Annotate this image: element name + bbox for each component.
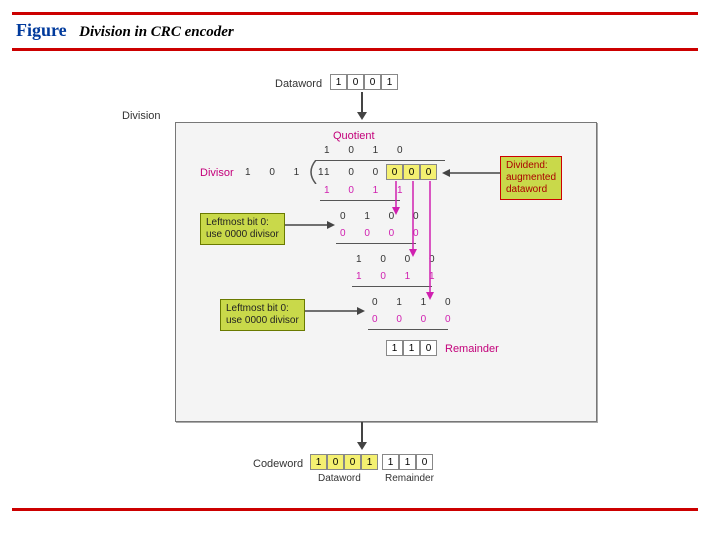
figure-label: Figure <box>16 20 67 40</box>
bit-cell: 0 <box>386 164 403 180</box>
remainder-label: Remainder <box>445 343 499 355</box>
division-label: Division <box>122 110 161 122</box>
bit-cell: 1 <box>382 454 399 470</box>
dividend-note: Dividend: augmented dataword <box>500 156 562 200</box>
bit-cell: 0 <box>403 164 420 180</box>
bit-cell: 0 <box>420 164 437 180</box>
bit-cell: 0 <box>344 454 361 470</box>
figure-title: Figure Division in CRC encoder <box>16 20 234 41</box>
divisor-label: Divisor <box>200 167 234 179</box>
bit-cell: 1 <box>399 454 416 470</box>
bit-cell: 1 <box>310 454 327 470</box>
figure-caption: Division in CRC encoder <box>79 24 234 40</box>
quotient-line <box>315 160 445 161</box>
bit-cell: 1 <box>381 74 398 90</box>
leftmost-note-2: Leftmost bit 0: use 0000 divisor <box>220 299 305 331</box>
bit-cell: 1 <box>403 340 420 356</box>
step-line <box>336 243 416 244</box>
bit-cell: 0 <box>416 454 433 470</box>
quotient-bits: 1 0 1 0 <box>324 145 411 156</box>
codeword-dataword-label: Dataword <box>318 473 361 484</box>
bit-cell: 1 <box>361 454 378 470</box>
step6-bits: 0 1 1 0 <box>372 297 459 308</box>
arrow-right-icon <box>305 306 367 316</box>
step-line <box>320 200 400 201</box>
bringdown-arrow-icon <box>408 181 418 259</box>
division-bracket <box>304 160 320 184</box>
remainder-cells: 1 1 0 <box>386 340 437 356</box>
appended-zeros: 0 0 0 <box>386 164 437 180</box>
bringdown-arrow-icon <box>425 181 435 302</box>
bringdown-arrow-icon <box>391 181 401 217</box>
bit-cell: 1 <box>330 74 347 90</box>
top-rule <box>12 12 698 15</box>
bit-cell: 1 <box>386 340 403 356</box>
arrow-down-icon <box>355 422 369 452</box>
title-underline <box>12 48 698 51</box>
dataword-label: Dataword <box>275 78 322 90</box>
codeword-remainder-label: Remainder <box>385 473 434 484</box>
step-line <box>352 286 432 287</box>
bit-cell: 0 <box>327 454 344 470</box>
arrow-down-icon <box>355 92 369 122</box>
bit-cell: 0 <box>364 74 381 90</box>
bottom-rule <box>12 508 698 511</box>
crc-diagram: Dataword 1 0 0 1 Division Quotient 1 0 1… <box>120 70 640 508</box>
step-line <box>368 329 448 330</box>
arrow-left-icon <box>440 168 500 178</box>
step7-bits: 0 0 0 0 <box>372 314 459 325</box>
codeword-label: Codeword <box>253 458 303 470</box>
dataword-cells: 1 0 0 1 <box>330 74 398 90</box>
quotient-label: Quotient <box>333 130 375 142</box>
codeword-cells: 1 0 0 1 1 1 0 <box>310 454 433 470</box>
bit-cell: 0 <box>420 340 437 356</box>
arrow-right-icon <box>285 220 337 230</box>
leftmost-note-1: Leftmost bit 0: use 0000 divisor <box>200 213 285 245</box>
bit-cell: 0 <box>347 74 364 90</box>
